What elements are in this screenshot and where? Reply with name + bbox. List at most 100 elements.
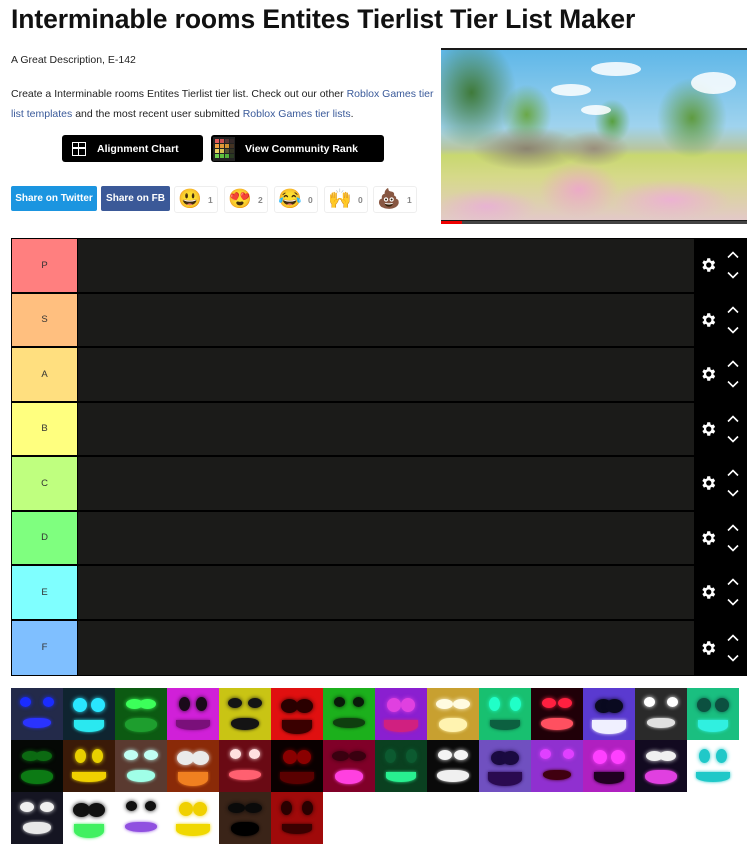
chevron-down-icon[interactable] [727, 326, 739, 334]
reaction-button[interactable]: 💩 1 [373, 186, 417, 213]
reaction-button[interactable]: 🙌 0 [324, 186, 368, 213]
entity-tile-purple-goggle-creature[interactable] [479, 740, 531, 792]
entity-tile-red-grin-face[interactable] [271, 688, 323, 740]
tier-drop-zone[interactable] [78, 293, 694, 346]
chevron-down-icon[interactable] [727, 654, 739, 662]
chevron-up-icon[interactable] [727, 523, 739, 531]
tier-row: A [12, 348, 746, 403]
entity-tile-purple-mustache[interactable] [375, 688, 427, 740]
entity-tile-magenta-oval-eyes[interactable] [167, 688, 219, 740]
entity-mouth [282, 824, 312, 834]
entity-tile-green-big-eyes[interactable] [115, 688, 167, 740]
chevron-up-icon[interactable] [727, 633, 739, 641]
gear-icon[interactable] [699, 583, 717, 601]
gear-icon[interactable] [699, 474, 717, 492]
tier-label[interactable]: B [12, 402, 77, 455]
tier-label[interactable]: P [12, 239, 77, 292]
tier-label[interactable]: D [12, 511, 77, 564]
entity-tile-pink-smile[interactable] [323, 740, 375, 792]
chevron-up-icon[interactable] [727, 305, 739, 313]
entity-eye [401, 698, 415, 712]
tier-drop-zone[interactable] [78, 348, 694, 401]
entity-mouth [74, 824, 104, 838]
gear-icon[interactable] [699, 639, 717, 657]
tier-drop-zone[interactable] [78, 457, 694, 510]
item-pool [11, 688, 747, 844]
entity-tile-purple-tube-orbs[interactable] [531, 740, 583, 792]
tier-drop-zone[interactable] [78, 239, 694, 292]
chevron-down-icon[interactable] [727, 599, 739, 607]
entity-tile-dark-red-shadow[interactable] [271, 740, 323, 792]
entity-tile-green-one-eye[interactable] [479, 688, 531, 740]
entity-tile-orange-beak[interactable] [167, 740, 219, 792]
gear-icon[interactable] [699, 529, 717, 547]
chevron-up-icon[interactable] [727, 360, 739, 368]
chevron-up-icon[interactable] [727, 469, 739, 477]
entity-tile-purple-sharp-grin[interactable] [583, 688, 635, 740]
tier-drop-zone[interactable] [78, 620, 694, 675]
entity-tile-cyan-many-eyes[interactable] [687, 688, 739, 740]
entity-tile-cyan-drawn-smile[interactable] [687, 740, 739, 792]
entity-mouth [541, 718, 573, 730]
entity-tile-red-fuzzy-face[interactable] [271, 792, 323, 844]
reaction-button[interactable]: 😂 0 [274, 186, 318, 213]
video-player[interactable] [441, 48, 747, 224]
entity-tile-red-many-eyes[interactable] [219, 740, 271, 792]
entity-eye [387, 698, 401, 712]
tier-label[interactable]: S [12, 293, 77, 346]
entity-eye [249, 749, 260, 759]
chevron-down-icon[interactable] [727, 490, 739, 498]
gear-icon[interactable] [699, 256, 717, 274]
entity-tile-white-screaming-face[interactable] [427, 740, 479, 792]
entity-tile-cyan-swirl-face[interactable] [63, 688, 115, 740]
entity-tile-yellow-banana-grin[interactable] [167, 792, 219, 844]
chevron-up-icon[interactable] [727, 578, 739, 586]
community-rank-button[interactable]: View Community Rank [211, 135, 384, 162]
entity-tile-dark-green-smile[interactable] [11, 740, 63, 792]
roblox-tierlists-link[interactable]: Roblox Games tier lists [243, 108, 351, 120]
page-description: A Great Description, E-142 [11, 54, 136, 66]
chevron-down-icon[interactable] [727, 544, 739, 552]
tier-drop-zone[interactable] [78, 402, 694, 455]
entity-tile-blue-frog-face[interactable] [11, 688, 63, 740]
entity-tile-yellow-scribble[interactable] [219, 688, 271, 740]
entity-tile-yellow-pixel-skull[interactable] [427, 688, 479, 740]
chevron-down-icon[interactable] [727, 435, 739, 443]
tier-row: B [12, 402, 746, 457]
entity-tile-green-dark-eyes[interactable] [323, 688, 375, 740]
tier-label[interactable]: E [12, 566, 77, 619]
entity-mouth [125, 718, 157, 732]
chevron-down-icon[interactable] [727, 381, 739, 389]
entity-eye [542, 698, 556, 708]
chevron-up-icon[interactable] [727, 251, 739, 259]
tier-drop-zone[interactable] [78, 511, 694, 564]
entity-tile-green-teeth-smile[interactable] [63, 792, 115, 844]
tier-label[interactable]: A [12, 348, 77, 401]
entity-tile-red-cyclops-grin[interactable] [531, 688, 583, 740]
share-facebook-button[interactable]: Share on FB [101, 186, 170, 211]
entity-tile-yellow-tongue[interactable] [63, 740, 115, 792]
reaction-button[interactable]: 😃 1 [174, 186, 218, 213]
chevron-down-icon[interactable] [727, 272, 739, 280]
video-progress-bar[interactable] [441, 221, 747, 224]
tier-drop-zone[interactable] [78, 566, 694, 619]
entity-tile-ice-glow-face[interactable] [115, 740, 167, 792]
chevron-up-icon[interactable] [727, 414, 739, 422]
entity-tile-purple-lips-smile[interactable] [115, 792, 167, 844]
entity-tile-green-sad-face[interactable] [375, 740, 427, 792]
reaction-button[interactable]: 😍 2 [224, 186, 268, 213]
entity-tile-white-glow-purple-mouth[interactable] [635, 740, 687, 792]
entity-tile-white-spiral-grin[interactable] [11, 792, 63, 844]
entity-tile-magenta-fang-mouth[interactable] [583, 740, 635, 792]
entity-tile-shadow-figure[interactable] [219, 792, 271, 844]
entity-tile-white-glow-hand[interactable] [635, 688, 687, 740]
gear-icon[interactable] [699, 420, 717, 438]
tier-label[interactable]: C [12, 457, 77, 510]
share-twitter-button[interactable]: Share on Twitter [11, 186, 97, 211]
tier-label[interactable]: F [12, 620, 77, 675]
alignment-chart-button[interactable]: Alignment Chart [62, 135, 203, 162]
gear-icon[interactable] [699, 365, 717, 383]
entity-eye [43, 697, 54, 707]
entity-eye [438, 750, 452, 760]
gear-icon[interactable] [699, 311, 717, 329]
